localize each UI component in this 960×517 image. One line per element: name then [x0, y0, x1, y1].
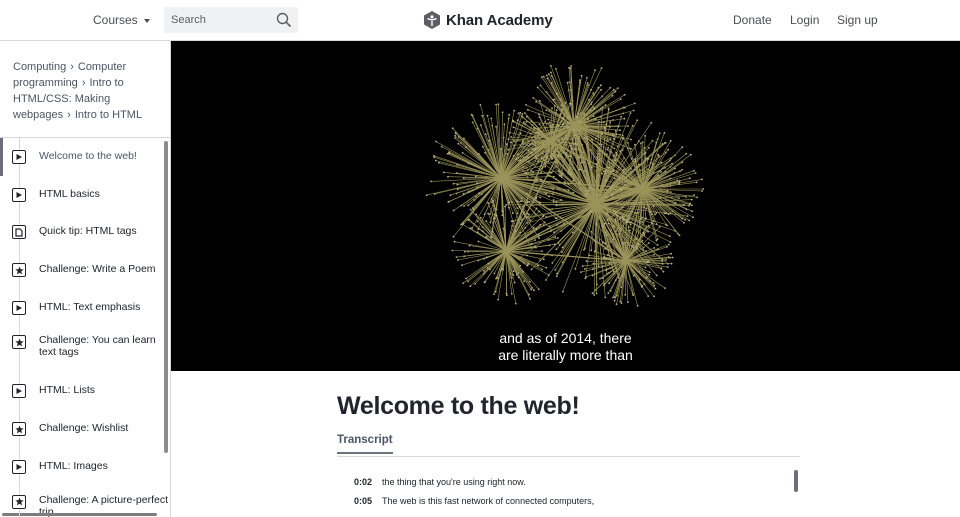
login-link[interactable]: Login	[790, 13, 819, 27]
play-icon	[12, 150, 26, 164]
lesson-label: HTML: Text emphasis	[39, 300, 141, 313]
signup-link[interactable]: Sign up	[837, 13, 878, 27]
transcript-timestamp: 0:02	[354, 477, 373, 487]
video-caption: and as of 2014, there are literally more…	[171, 330, 960, 364]
document-icon	[12, 225, 26, 240]
sidebar-lesson-item[interactable]: Quick tip: HTML tags	[0, 213, 170, 251]
transcript-text: the thing that you're using right now.	[382, 477, 526, 487]
sidebar-lesson-item[interactable]: Welcome to the web!	[0, 138, 170, 176]
transcript-line[interactable]: 0:02 the thing that you're using right n…	[354, 477, 526, 487]
breadcrumb: Computing › Computer programming › Intro to …	[0, 41, 170, 138]
caption-line-1: and as of 2014, there	[499, 330, 632, 346]
lesson-label: HTML: Lists	[39, 384, 96, 397]
lesson-label: Quick tip: HTML tags	[39, 225, 137, 238]
sidebar-lesson-item[interactable]: HTML: Images	[0, 448, 170, 486]
sidebar-scrollbar[interactable]	[164, 141, 168, 453]
sidebar-lesson-item[interactable]: HTML basics	[0, 176, 170, 214]
play-icon	[12, 384, 26, 399]
search-box[interactable]	[164, 7, 298, 33]
tab-divider	[337, 456, 800, 457]
play-icon	[12, 300, 26, 315]
transcript-line[interactable]: 0:05 The web is this fast network of con…	[354, 496, 594, 506]
sidebar-lesson-item[interactable]: Challenge: Wishlist	[0, 410, 170, 448]
transcript-text: The web is this fast network of connecte…	[382, 496, 595, 506]
courses-label: Courses	[93, 13, 138, 27]
courses-menu-button[interactable]: Courses	[93, 13, 150, 27]
sidebar-lesson-item[interactable]: Challenge: You can learn text tags	[0, 326, 170, 372]
khan-academy-logo[interactable]: Khan Academy	[423, 10, 553, 30]
lesson-label: Challenge: Wishlist	[39, 422, 129, 435]
top-header: Courses Khan Academy Donate Login Sign u…	[0, 0, 960, 41]
transcript-timestamp: 0:05	[354, 496, 373, 506]
lesson-label: Challenge: Write a Poem	[39, 263, 156, 276]
sidebar-horizontal-scrollbar[interactable]	[2, 513, 157, 516]
lesson-label: Challenge: You can learn text tags	[39, 334, 156, 359]
transcript-scrollbar[interactable]	[794, 470, 798, 492]
star-icon	[12, 494, 26, 509]
logo-text: Khan Academy	[446, 11, 553, 29]
lesson-sidebar: Computing › Computer programming › Intro to …	[0, 41, 171, 517]
breadcrumb-separator: ›	[70, 61, 74, 73]
lesson-list: Welcome to the web! HTML basics Quick tip:…	[0, 138, 170, 517]
star-icon	[12, 263, 26, 278]
breadcrumb-separator: ›	[81, 77, 86, 89]
breadcrumb-item-computing[interactable]: Computing	[13, 61, 66, 73]
video-player[interactable]: and as of 2014, there are literally more…	[171, 41, 960, 371]
caption-line-2: are literally more than	[498, 347, 633, 363]
sidebar-lesson-item[interactable]: HTML: Lists	[0, 372, 170, 410]
star-icon	[12, 422, 26, 437]
play-icon	[12, 187, 26, 202]
lesson-label: HTML: Images	[39, 459, 108, 472]
network-graph-illustration	[425, 64, 705, 307]
khan-academy-hexagon-icon	[424, 11, 440, 29]
search-icon[interactable]	[276, 12, 292, 28]
lesson-label: Welcome to the web!	[39, 150, 137, 162]
tab-transcript[interactable]: Transcript	[337, 434, 393, 454]
breadcrumb-item-intro-to-html[interactable]: Intro to HTML	[75, 109, 142, 121]
star-icon	[12, 335, 26, 350]
sidebar-lesson-item[interactable]: HTML: Text emphasis	[0, 289, 170, 327]
page-title: Welcome to the web!	[337, 392, 580, 420]
donate-link[interactable]: Donate	[733, 13, 772, 27]
play-icon	[12, 459, 26, 474]
lesson-label: HTML basics	[39, 187, 100, 200]
breadcrumb-separator: ›	[67, 109, 71, 121]
chevron-down-icon	[143, 18, 150, 23]
sidebar-lesson-item[interactable]: Challenge: Write a Poem	[0, 251, 170, 289]
